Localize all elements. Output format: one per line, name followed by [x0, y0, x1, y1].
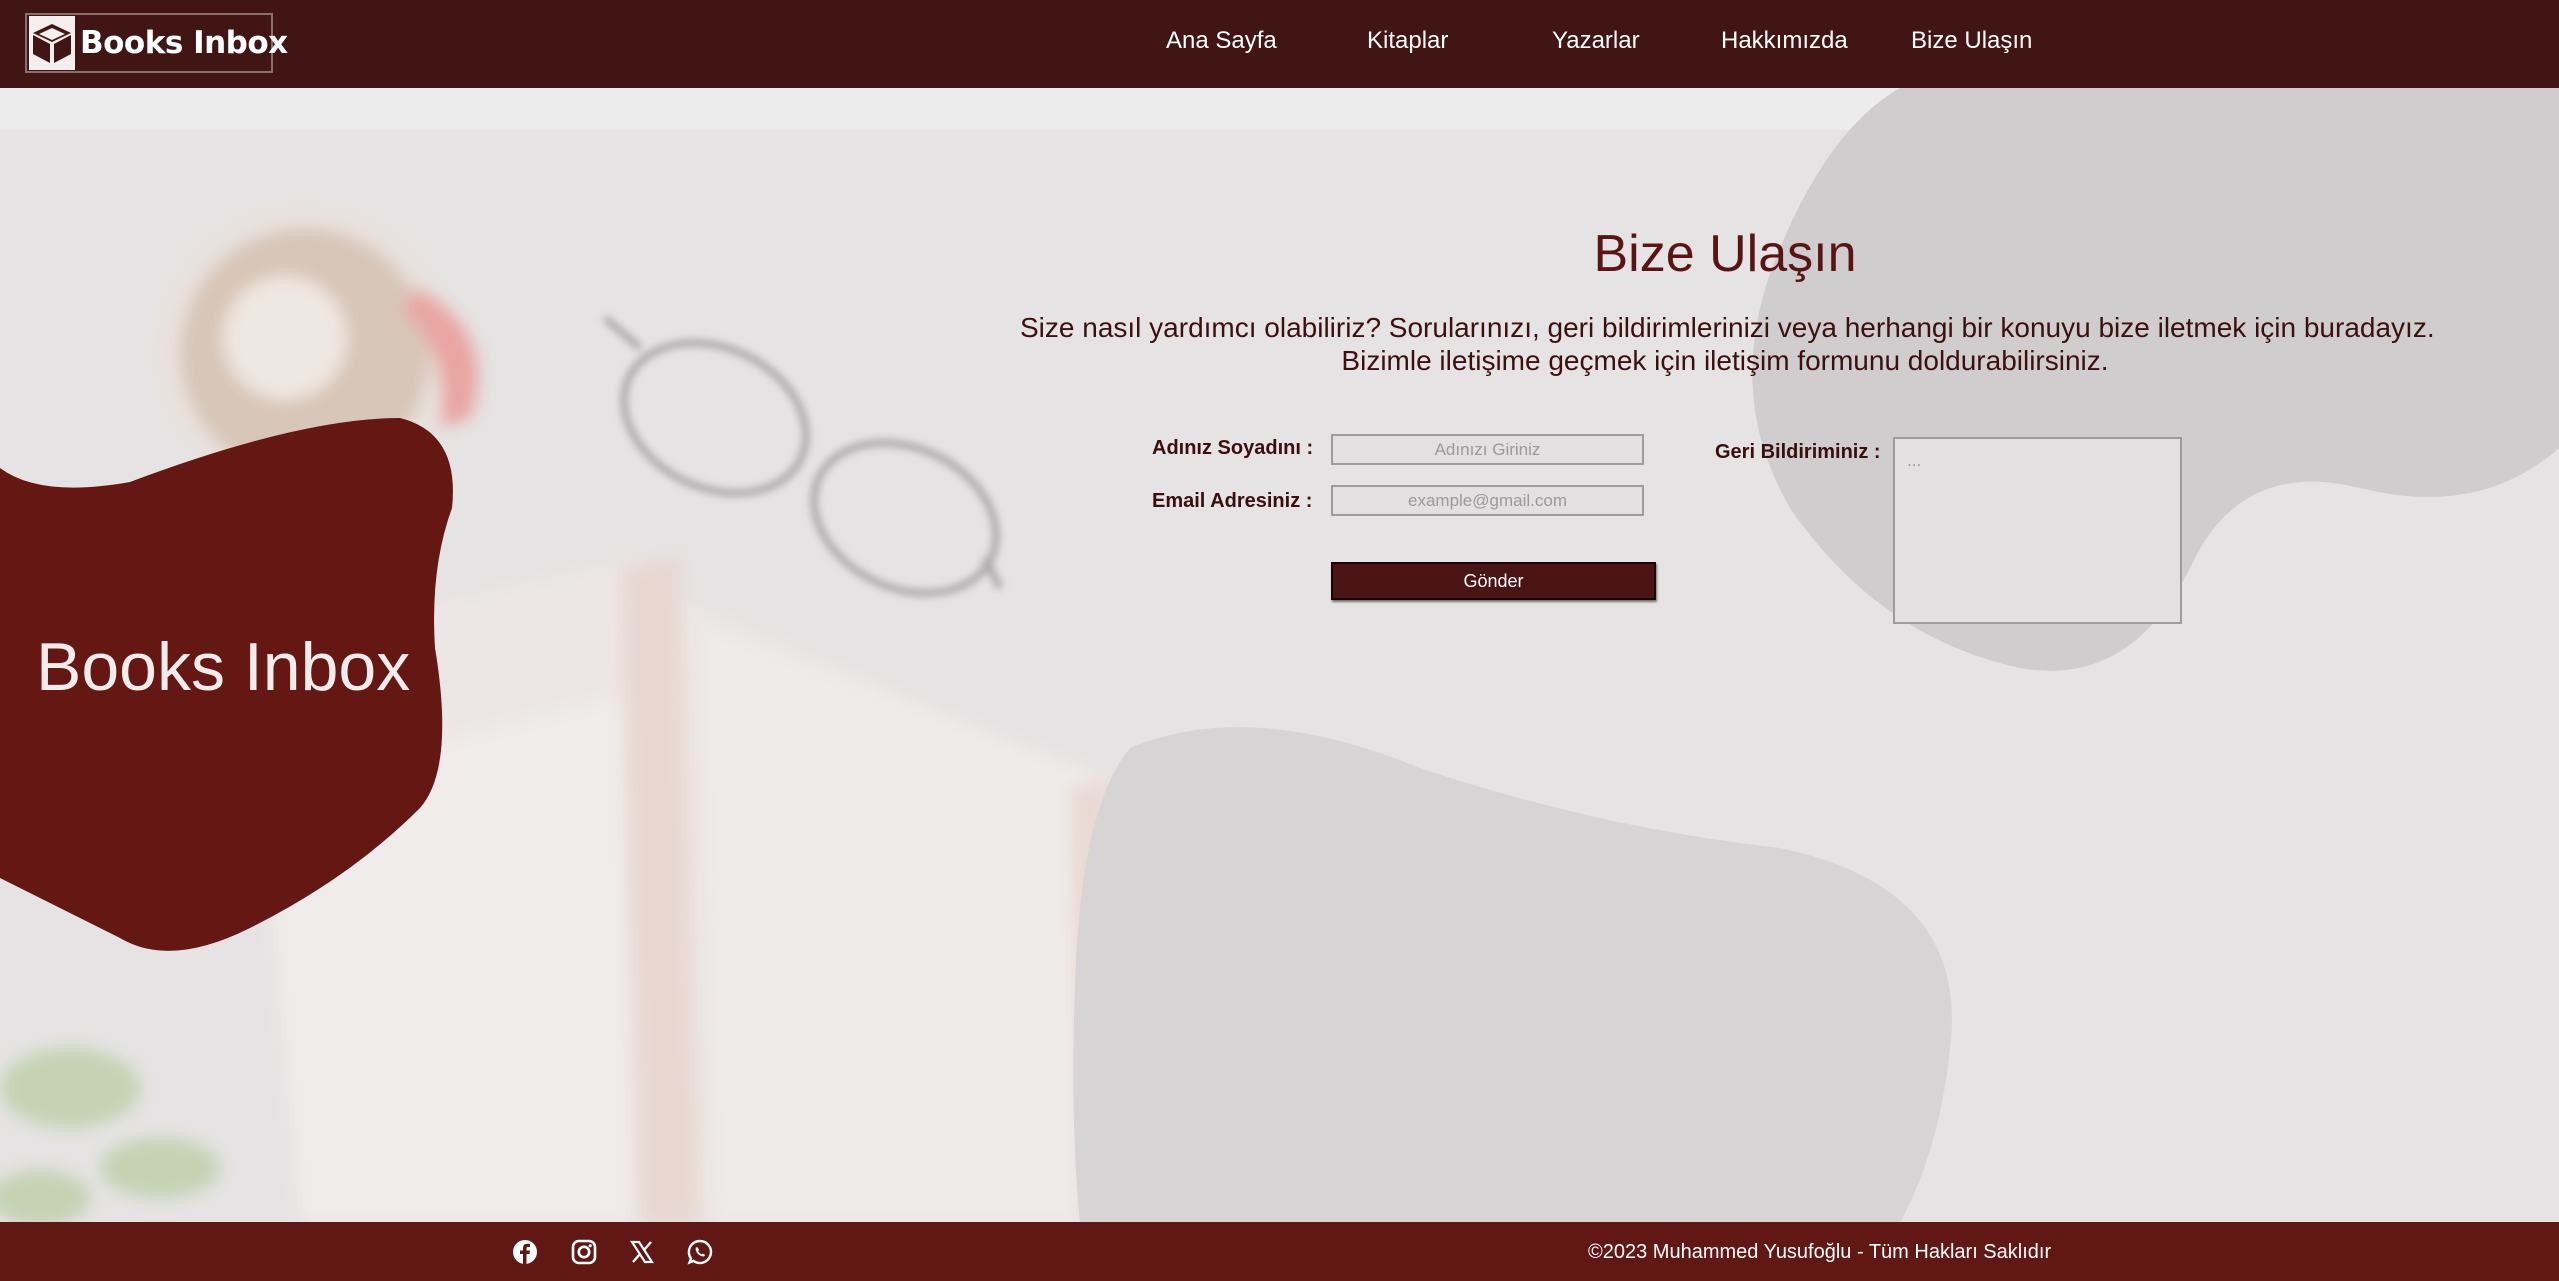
- contact-description: Size nasıl yardımcı olabiliriz? Soruları…: [1020, 311, 2435, 377]
- nav-item-hakkimizda[interactable]: Hakkımızda: [1721, 27, 1848, 55]
- x-icon[interactable]: [628, 1238, 656, 1266]
- submit-button[interactable]: Gönder: [1331, 562, 1656, 600]
- copyright-text: ©2023 Muhammed Yusufoğlu - Tüm Hakları S…: [1588, 1241, 2052, 1263]
- facebook-icon[interactable]: [511, 1238, 539, 1266]
- email-label: Email Adresiniz :: [1152, 490, 1313, 512]
- top-navbar: Books Inbox Ana Sayfa Kitaplar Yazarlar …: [0, 0, 2559, 88]
- instagram-icon[interactable]: [570, 1238, 598, 1266]
- name-input[interactable]: [1331, 434, 1644, 465]
- hero-title: Books Inbox: [36, 629, 411, 705]
- whatsapp-icon[interactable]: [686, 1238, 714, 1266]
- footer: ©2023 Muhammed Yusufoğlu - Tüm Hakları S…: [0, 1222, 2559, 1281]
- nav-item-ana-sayfa[interactable]: Ana Sayfa: [1166, 27, 1277, 55]
- email-input[interactable]: [1331, 485, 1644, 516]
- brand-logo[interactable]: Books Inbox: [25, 13, 288, 73]
- feedback-label: Geri Bildiriminiz :: [1715, 441, 1881, 463]
- contact-description-line-2: Bizimle iletişime geçmek için iletişim f…: [1341, 345, 2109, 376]
- name-label: Adınız Soyadını :: [1152, 437, 1314, 459]
- feedback-textarea[interactable]: [1893, 437, 2182, 624]
- nav-item-kitaplar[interactable]: Kitaplar: [1367, 27, 1448, 55]
- contact-description-line-1: Size nasıl yardımcı olabiliriz? Soruları…: [1020, 312, 2435, 343]
- open-box-icon: [29, 16, 75, 70]
- nav-item-yazarlar[interactable]: Yazarlar: [1552, 27, 1640, 55]
- brand-name: Books Inbox: [80, 25, 288, 61]
- contact-title: Bize Ulaşın: [1593, 225, 1857, 283]
- nav-item-bize-ulasin[interactable]: Bize Ulaşın: [1911, 27, 2032, 55]
